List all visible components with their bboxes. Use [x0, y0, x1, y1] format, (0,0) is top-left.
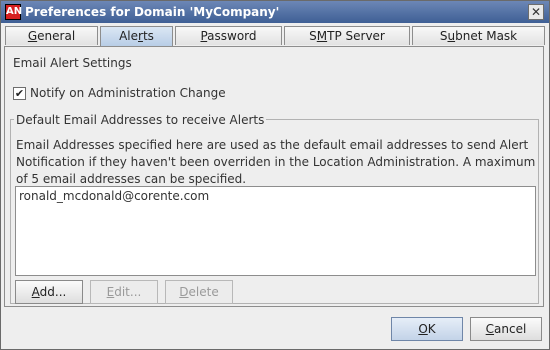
button-label: ancel — [494, 322, 527, 336]
ok-button[interactable]: OK — [391, 317, 463, 341]
window-title: Preferences for Domain 'MyCompany' — [25, 5, 280, 19]
edit-button[interactable]: Edit... — [90, 280, 158, 304]
email-group: Default Email Addresses to receive Alert… — [10, 113, 539, 304]
tab-mnemonic: G — [27, 29, 38, 43]
title-bar[interactable]: AN Preferences for Domain 'MyCompany' ✕ — [1, 1, 549, 23]
tab-alerts[interactable]: Alerts — [100, 26, 173, 46]
tab-label-rest: TP Server — [327, 29, 385, 43]
preferences-dialog: AN Preferences for Domain 'MyCompany' ✕ … — [0, 0, 550, 350]
section-title: Email Alert Settings — [13, 56, 132, 70]
tab-mnemonic: u — [447, 29, 456, 43]
button-label: dd... — [39, 285, 67, 299]
tab-mnemonic: M — [316, 29, 328, 43]
button-label: dit... — [114, 285, 142, 299]
delete-button[interactable]: Delete — [165, 280, 233, 304]
add-button[interactable]: Add... — [15, 280, 83, 304]
close-button[interactable]: ✕ — [528, 4, 544, 20]
button-mnemonic: A — [31, 285, 40, 299]
tab-label-rest: eneral — [37, 29, 76, 43]
list-item[interactable]: ronald_mcdonald@corente.com — [19, 189, 209, 203]
tab-label-rest: assword — [207, 29, 257, 43]
tab-smtp-server[interactable]: SMTP Server — [284, 26, 410, 45]
notify-checkbox[interactable]: ✔ — [13, 87, 26, 100]
group-title: Default Email Addresses to receive Alert… — [14, 113, 267, 127]
button-label: K — [427, 322, 436, 336]
email-list[interactable]: ronald_mcdonald@corente.com — [15, 186, 536, 276]
tab-label-rest: bnet Mask — [455, 29, 518, 43]
tab-general[interactable]: General — [5, 26, 98, 45]
notify-checkbox-label[interactable]: Notify on Administration Change — [30, 86, 226, 100]
cancel-button[interactable]: Cancel — [470, 317, 542, 341]
tab-label-prefix: Ale — [119, 29, 139, 43]
description-text: Email Addresses specified here are used … — [16, 138, 536, 186]
button-mnemonic: O — [418, 322, 428, 336]
tab-subnet-mask[interactable]: Subnet Mask — [412, 26, 545, 45]
tab-label-prefix: S — [309, 29, 317, 43]
alerts-panel: Email Alert Settings ✔ Notify on Adminis… — [4, 46, 544, 307]
button-label: elete — [188, 285, 219, 299]
app-logo-icon: AN — [5, 4, 22, 20]
tab-password[interactable]: Password — [175, 26, 282, 45]
tab-label-rest: ts — [142, 29, 154, 43]
button-mnemonic: D — [179, 285, 189, 299]
button-mnemonic: C — [485, 322, 495, 336]
